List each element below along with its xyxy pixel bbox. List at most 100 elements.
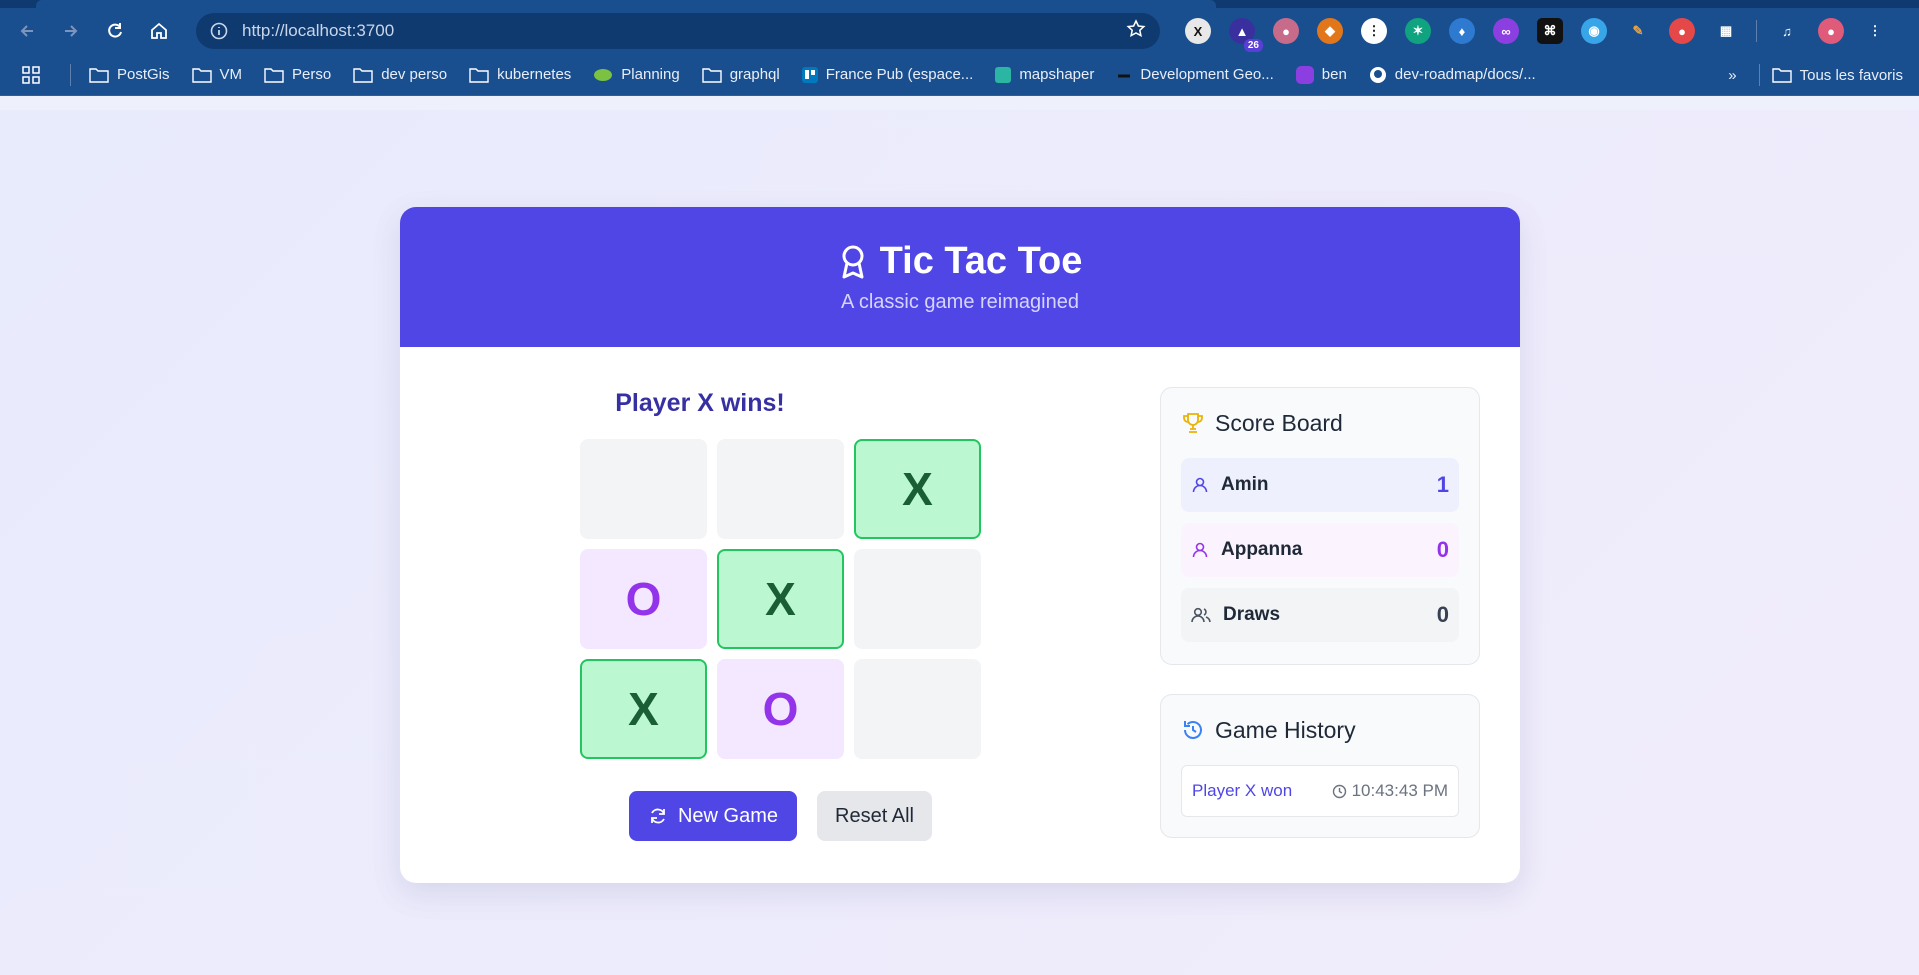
draws-label: Draws bbox=[1223, 604, 1281, 625]
back-button[interactable] bbox=[10, 14, 44, 48]
history-time: 10:43:43 PM bbox=[1332, 781, 1448, 801]
board-cell[interactable] bbox=[854, 659, 981, 759]
media-queue-icon[interactable]: ♫ bbox=[1774, 18, 1800, 44]
reload-icon bbox=[108, 23, 122, 38]
bookmark-france-pub[interactable]: France Pub (espace... bbox=[801, 66, 974, 83]
back-arrow-icon bbox=[20, 25, 33, 37]
bookmark-label: graphql bbox=[729, 66, 780, 83]
score-row-player-o: Appanna 0 bbox=[1181, 523, 1459, 577]
bookmark-label: dev perso bbox=[381, 66, 448, 83]
board-cell[interactable]: O bbox=[717, 659, 844, 759]
board-cell[interactable] bbox=[580, 439, 707, 539]
award-icon bbox=[842, 245, 864, 278]
bookmark-postgis[interactable]: PostGis bbox=[89, 66, 170, 83]
bookmark-vm[interactable]: VM bbox=[191, 66, 243, 83]
board-cell[interactable] bbox=[854, 549, 981, 649]
bookmark-label: dev-roadmap/docs/... bbox=[1394, 66, 1536, 83]
bookmark-dev-perso[interactable]: dev perso bbox=[353, 66, 447, 83]
bookmark-graphql[interactable]: graphql bbox=[701, 66, 780, 83]
profile-avatar[interactable]: ● bbox=[1818, 18, 1844, 44]
title-row: Tic Tac Toe bbox=[838, 240, 1082, 283]
bookmark-star-icon[interactable] bbox=[1126, 18, 1146, 44]
purple-extension-icon[interactable]: ∞ bbox=[1493, 18, 1519, 44]
puzzle-extensions-icon[interactable]: ▦ bbox=[1713, 18, 1739, 44]
bookmark-label: mapshaper bbox=[1019, 66, 1095, 83]
chat-extension-icon[interactable]: ● bbox=[1669, 18, 1695, 44]
reset-all-label: Reset All bbox=[835, 804, 914, 827]
tab-strip bbox=[0, 0, 1919, 8]
bookmark-development-geo[interactable]: Development Geo... bbox=[1116, 66, 1274, 83]
status-text: Player X wins! bbox=[615, 389, 785, 417]
url-text[interactable]: http://localhost:3700 bbox=[242, 21, 394, 41]
active-tab[interactable] bbox=[36, 0, 1216, 8]
browser-toolbar: http://localhost:3700 X ▲ 26 ● ◆ ⋮ ✶ ♦ ∞ … bbox=[0, 8, 1919, 54]
bookmark-kubernetes[interactable]: kubernetes bbox=[469, 66, 571, 83]
home-icon bbox=[151, 22, 167, 39]
bookmarks-separator bbox=[70, 63, 71, 86]
home-button[interactable] bbox=[142, 14, 176, 48]
bookmark-label: PostGis bbox=[117, 66, 170, 83]
metamask-fox-icon[interactable]: ◆ bbox=[1317, 18, 1343, 44]
bookmark-label: France Pub (espace... bbox=[825, 66, 974, 83]
dev-icon bbox=[1116, 67, 1132, 83]
folder-icon bbox=[353, 67, 373, 83]
menu-kebab-icon[interactable]: ⋮ bbox=[1862, 18, 1888, 44]
history-item: Player X won 10:43:43 PM bbox=[1181, 765, 1459, 817]
game-history-panel: Game History Player X won 10:43:43 PM bbox=[1160, 694, 1480, 838]
bookmark-label: kubernetes bbox=[497, 66, 572, 83]
new-game-button[interactable]: New Game bbox=[629, 791, 797, 841]
new-game-label: New Game bbox=[677, 804, 779, 827]
all-bookmarks-folder[interactable]: Tous les favoris bbox=[1771, 66, 1903, 84]
game-history-header: Game History bbox=[1181, 695, 1459, 765]
user-icon bbox=[1191, 541, 1209, 559]
board-cell[interactable]: X bbox=[854, 439, 981, 539]
info-icon[interactable] bbox=[210, 22, 228, 40]
extensions-bar: X ▲ 26 ● ◆ ⋮ ✶ ♦ ∞ ⌘ ◉ ✎ ● ▦ ♫ ● ⋮ bbox=[1176, 13, 1897, 52]
apps-grid-icon[interactable] bbox=[22, 65, 40, 84]
more-bookmarks-chevron-icon[interactable]: » bbox=[1728, 67, 1736, 84]
users-icon bbox=[1191, 606, 1211, 624]
forward-button[interactable] bbox=[54, 14, 88, 48]
bookmark-planning[interactable]: Planning bbox=[593, 66, 680, 83]
bookmark-label: VM bbox=[219, 66, 243, 83]
game-board: X O X X O bbox=[580, 439, 981, 759]
graduation-extension-icon[interactable]: ▲ 26 bbox=[1229, 18, 1263, 52]
x-extension-icon[interactable]: X bbox=[1185, 18, 1211, 44]
all-bookmarks-label: Tous les favoris bbox=[1799, 66, 1903, 84]
reload-button[interactable] bbox=[98, 14, 132, 48]
player-name: Appanna bbox=[1221, 539, 1303, 560]
folder-icon bbox=[191, 67, 212, 83]
card-header: Tic Tac Toe A classic game reimagined bbox=[400, 207, 1520, 347]
refresh-icon bbox=[648, 806, 668, 826]
avatar-extension-icon[interactable]: ● bbox=[1273, 18, 1299, 44]
pen-extension-icon[interactable]: ✎ bbox=[1625, 18, 1651, 44]
address-bar[interactable]: http://localhost:3700 bbox=[196, 13, 1160, 49]
score-board-header: Score Board bbox=[1181, 388, 1459, 458]
github-icon bbox=[1369, 66, 1387, 84]
command-extension-icon[interactable]: ⌘ bbox=[1537, 18, 1563, 44]
bookmark-label: ben bbox=[1321, 66, 1347, 83]
bookmark-ben[interactable]: ben bbox=[1295, 65, 1347, 84]
ethereum-extension-icon[interactable]: ♦ bbox=[1449, 18, 1475, 44]
board-cell[interactable]: O bbox=[580, 549, 707, 649]
dots-extension-icon[interactable]: ⋮ bbox=[1361, 18, 1387, 44]
bookmark-perso[interactable]: Perso bbox=[264, 66, 331, 83]
board-cell[interactable] bbox=[717, 439, 844, 539]
board-cell[interactable]: X bbox=[717, 549, 844, 649]
chatgpt-extension-icon[interactable]: ✶ bbox=[1405, 18, 1431, 44]
bookmark-mapshaper[interactable]: mapshaper bbox=[995, 66, 1094, 83]
trophy-icon bbox=[1183, 413, 1203, 433]
player-score: 0 bbox=[1436, 537, 1449, 562]
reset-all-button[interactable]: Reset All bbox=[817, 791, 932, 841]
bookmark-dev-roadmap[interactable]: dev-roadmap/docs/... bbox=[1369, 66, 1536, 84]
board-cell[interactable]: X bbox=[580, 659, 707, 759]
page-subtitle: A classic game reimagined bbox=[841, 291, 1079, 313]
player-name: Amin bbox=[1221, 474, 1269, 495]
folder-icon bbox=[469, 67, 489, 83]
folder-icon bbox=[89, 67, 109, 83]
bookmarks-bar: PostGis VM Perso dev perso kubernetes Pl… bbox=[0, 54, 1919, 96]
forward-arrow-icon bbox=[65, 25, 78, 37]
mapshaper-icon bbox=[995, 66, 1012, 83]
bookmark-label: Planning bbox=[621, 66, 680, 83]
globe-extension-icon[interactable]: ◉ bbox=[1581, 18, 1607, 44]
